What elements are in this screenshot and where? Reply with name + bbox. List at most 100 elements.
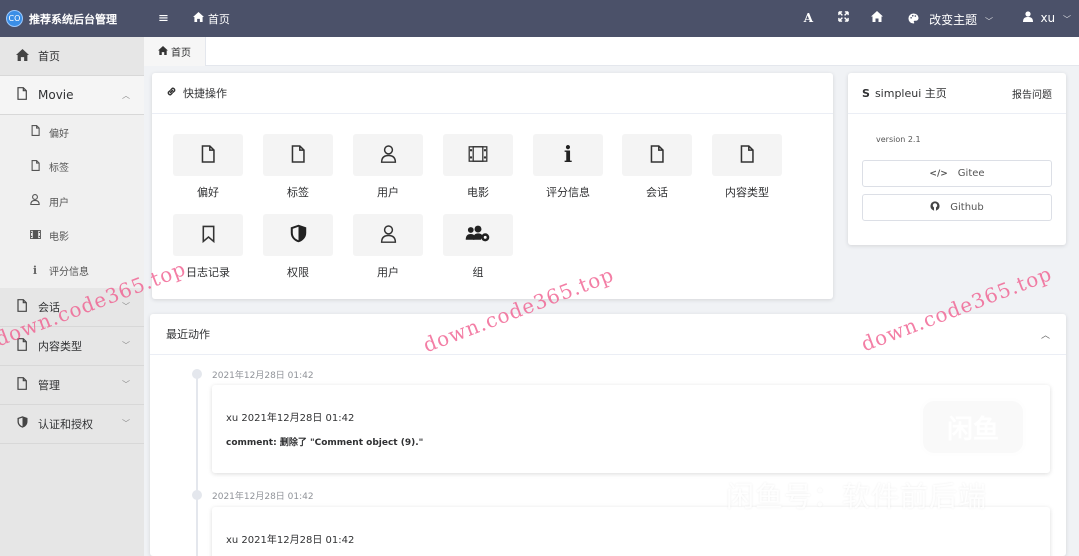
tab-label: 首页	[171, 48, 191, 59]
version-text: version 2.1	[876, 135, 921, 144]
file-icon	[28, 159, 42, 174]
quick-item-user-2[interactable]: 用户	[352, 214, 424, 280]
quick-actions-title: 快捷操作	[183, 87, 227, 100]
file-icon	[14, 298, 30, 315]
quick-item-box	[712, 134, 782, 176]
quick-item-tag[interactable]: 标签	[262, 134, 334, 200]
sidebar-subitem-preference[interactable]: 偏好	[0, 115, 144, 150]
logo-icon: CO	[6, 10, 23, 27]
entry-author: xu 2021年12月28日 01:42	[226, 413, 355, 424]
github-icon	[930, 201, 940, 214]
film-icon	[28, 229, 42, 242]
font-size-button[interactable]: A	[804, 11, 813, 25]
sidebar-item-label: 管理	[38, 378, 60, 392]
quick-item-permission[interactable]: 权限	[262, 214, 334, 280]
quick-item-rating[interactable]: i 评分信息	[532, 134, 604, 200]
sidebar-subitem-label: 评分信息	[49, 266, 89, 278]
simpleui-logo-icon: S	[862, 86, 870, 100]
quick-item-box	[353, 214, 423, 256]
sidebar-item-home[interactable]: 首页	[0, 37, 144, 76]
sidebar-item-admin[interactable]: 管理 ﹀	[0, 366, 144, 405]
quick-item-preference[interactable]: 偏好	[172, 134, 244, 200]
file-icon	[14, 376, 30, 393]
quick-item-label: 电影	[467, 186, 489, 199]
top-header: CO 推荐系统后台管理 ≡ 首页 A 改变主题 ﹀ xu ﹀	[0, 0, 1079, 37]
quick-item-box: i	[533, 134, 603, 176]
menu-toggle-icon[interactable]: ≡	[158, 11, 169, 26]
info-icon: i	[32, 263, 38, 277]
chevron-down-icon: ﹀	[122, 419, 130, 428]
link-icon	[166, 86, 177, 100]
film-icon	[468, 145, 488, 165]
logo[interactable]: CO 推荐系统后台管理	[0, 0, 144, 37]
sidebar-subitem-label: 用户	[49, 197, 69, 209]
github-button[interactable]: Github	[862, 194, 1052, 221]
timeline-dot	[192, 490, 202, 500]
user-icon	[28, 194, 42, 208]
quick-item-label: 组	[472, 266, 484, 279]
home-link-icon[interactable]	[871, 11, 883, 25]
sidebar-subitem-tag[interactable]: 标签	[0, 149, 144, 184]
quick-actions-header: 快捷操作	[152, 73, 833, 114]
quick-item-box	[263, 214, 333, 256]
code-icon: </>	[929, 168, 948, 179]
fullscreen-icon[interactable]	[838, 11, 849, 25]
user-menu[interactable]: xu ﹀	[1022, 11, 1071, 25]
quick-item-user[interactable]: 用户	[352, 134, 424, 200]
quick-item-label: 权限	[287, 266, 309, 279]
quick-item-session[interactable]: 会话	[621, 134, 693, 200]
chevron-down-icon: ﹀	[122, 380, 130, 389]
file-icon	[740, 144, 754, 166]
file-icon	[201, 144, 215, 166]
sidebar-subitem-movie[interactable]: 电影	[0, 218, 144, 253]
tab-home[interactable]: 首页	[144, 37, 206, 66]
timeline-line	[196, 374, 198, 556]
gitee-button[interactable]: </> Gitee	[862, 160, 1052, 187]
quick-item-box	[443, 134, 513, 176]
quick-item-label: 内容类型	[725, 186, 769, 199]
user-icon	[380, 224, 397, 246]
shield-icon	[14, 416, 30, 431]
quick-item-box	[443, 214, 513, 256]
report-issue-link[interactable]: 报告问题	[1012, 86, 1052, 101]
quick-item-box	[622, 134, 692, 176]
quick-item-label: 标签	[287, 186, 309, 199]
quick-item-group[interactable]: 组	[442, 214, 514, 280]
theme-switcher[interactable]: 改变主题 ﹀	[908, 11, 993, 28]
users-cog-icon	[465, 225, 491, 246]
sidebar-subitem-user[interactable]: 用户	[0, 184, 144, 219]
entry-message[interactable]: comment: 删除了 "Comment object (9)."	[226, 435, 423, 448]
simpleui-card: S simpleui 主页 报告问题 version 2.1 </> Gitee…	[848, 73, 1066, 245]
shield-icon	[290, 224, 307, 246]
user-name: xu	[1040, 11, 1056, 25]
quick-item-label: 用户	[377, 186, 399, 199]
user-icon	[380, 144, 397, 166]
sidebar-item-movie[interactable]: Movie ︿	[0, 76, 144, 115]
sidebar-subitem-label: 电影	[49, 232, 69, 244]
file-icon	[28, 125, 42, 139]
file-icon	[14, 87, 30, 103]
sidebar-item-auth[interactable]: 认证和授权 ﹀	[0, 405, 144, 444]
palette-icon	[908, 13, 923, 27]
quick-item-content-type[interactable]: 内容类型	[711, 134, 783, 200]
quick-item-box	[353, 134, 423, 176]
collapse-chevron-icon[interactable]: ︿	[1041, 328, 1050, 341]
info-icon: i	[563, 142, 573, 168]
chevron-down-icon: ﹀	[122, 341, 130, 350]
home-icon	[192, 12, 204, 25]
sidebar-item-label: 首页	[38, 50, 60, 63]
timeline-dot	[192, 369, 202, 379]
sidebar-subitem-label: 标签	[49, 163, 69, 175]
file-icon	[650, 144, 664, 166]
quick-item-label: 用户	[377, 266, 399, 279]
quick-item-label: 会话	[646, 186, 668, 199]
simpleui-header: S simpleui 主页 报告问题	[848, 73, 1066, 114]
github-label: Github	[950, 202, 984, 213]
header-breadcrumb[interactable]: 首页	[192, 11, 230, 27]
chevron-up-icon: ︿	[122, 90, 130, 100]
bookmark-icon	[202, 225, 215, 246]
sidebar-subitem-label: 偏好	[49, 128, 69, 140]
quick-item-label: 偏好	[197, 186, 219, 199]
tab-bar: 首页	[144, 37, 1079, 66]
quick-item-movie[interactable]: 电影	[442, 134, 514, 200]
